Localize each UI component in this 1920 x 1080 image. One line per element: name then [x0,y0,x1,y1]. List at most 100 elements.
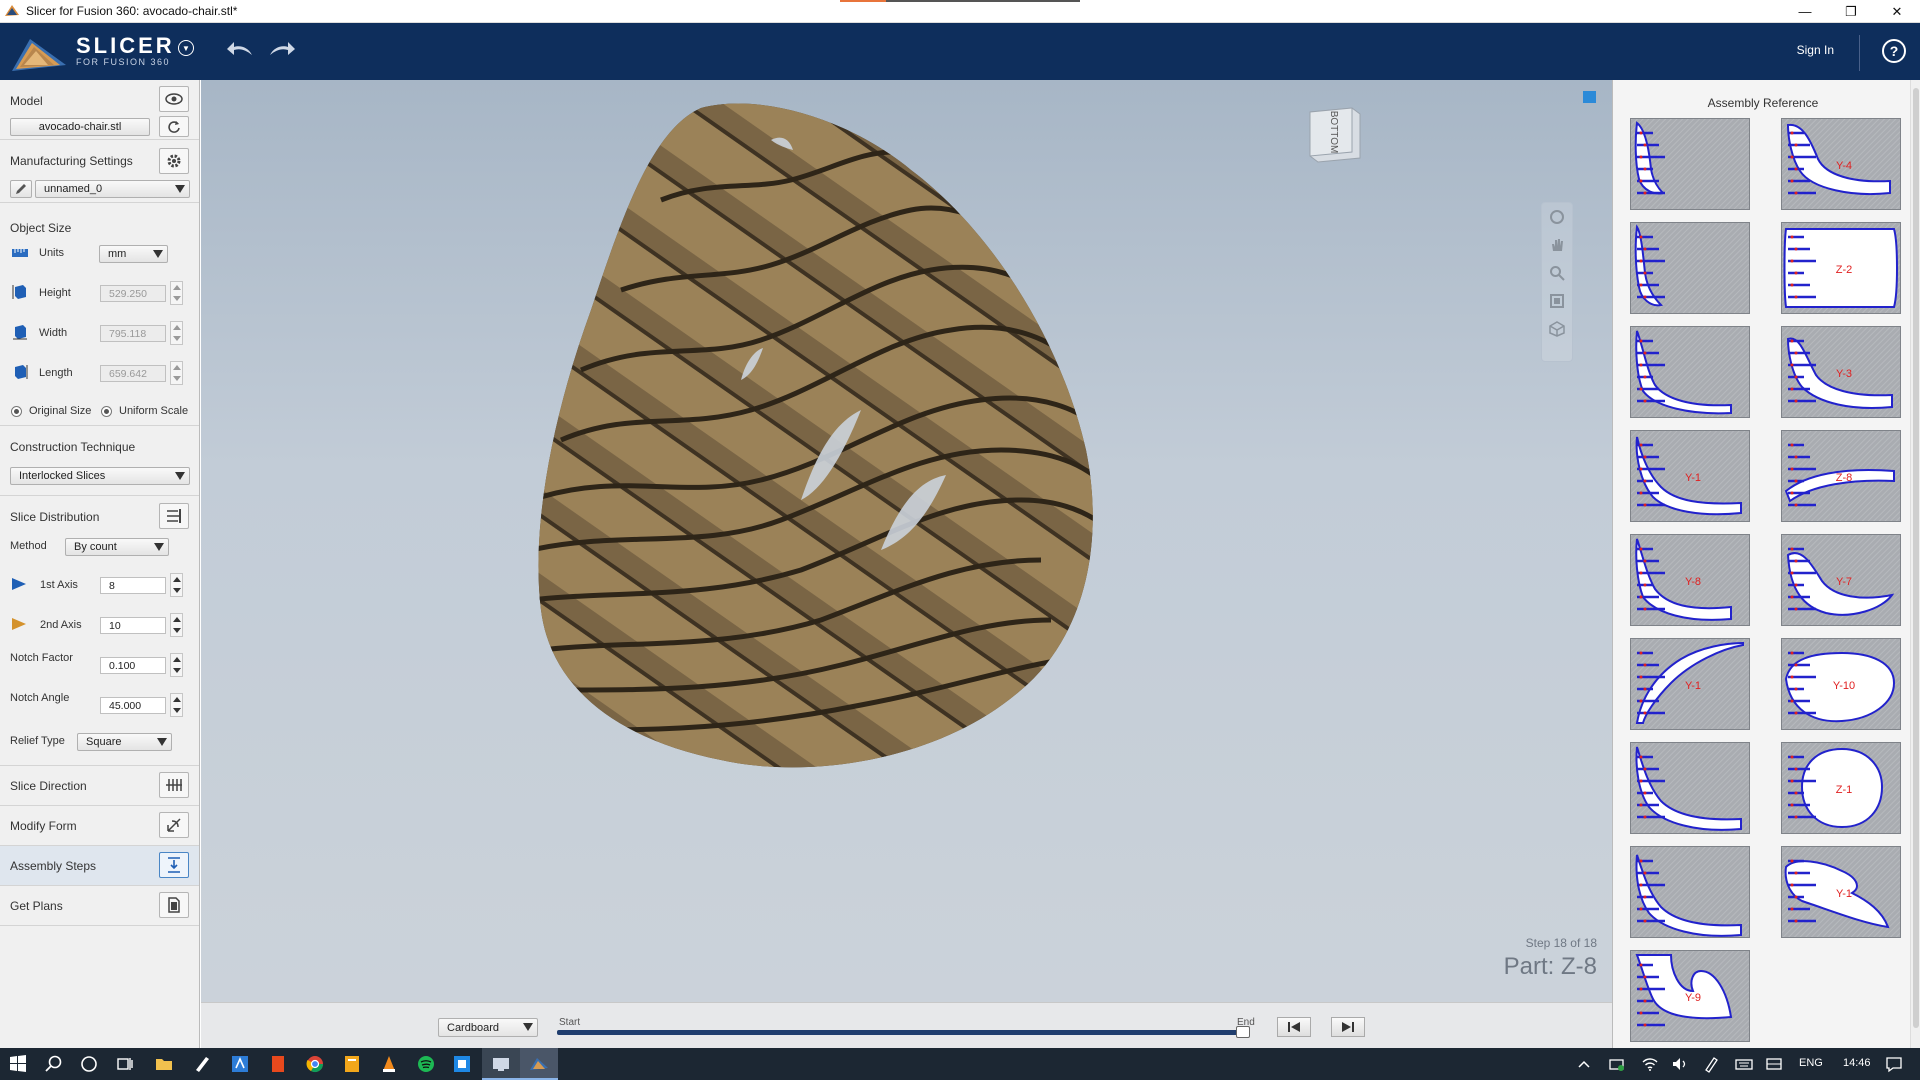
assembly-thumbnail[interactable]: Y-1 [1630,430,1750,522]
assembly-thumbnail[interactable] [1630,326,1750,418]
length-input[interactable]: 659.642 [100,365,166,382]
search-icon[interactable] [44,1054,64,1074]
file-explorer-icon[interactable] [154,1054,174,1074]
vlc-icon[interactable] [379,1054,399,1074]
right-panel-scrollbar[interactable] [1910,80,1920,1048]
assembly-thumbnail[interactable]: Y-10 [1781,638,1901,730]
next-step-button[interactable] [1331,1017,1365,1037]
height-stepper[interactable] [170,281,183,305]
notch-factor-input[interactable]: 0.100 [100,657,166,674]
fit-view-icon[interactable] [1542,287,1572,315]
get-plans-section[interactable]: Get Plans [0,886,199,926]
pen-app-icon[interactable] [192,1054,212,1074]
viewcube-icon[interactable]: BOTTOM [1306,104,1362,164]
model-file-button[interactable]: avocado-chair.stl [10,118,150,136]
slice-direction-section[interactable]: Slice Direction [0,766,199,806]
slice-distribution-button[interactable] [159,503,189,529]
units-dropdown[interactable]: mm [99,245,168,263]
language-indicator[interactable]: ENG [1799,1057,1823,1069]
assembly-thumbnail[interactable] [1630,846,1750,938]
pen-workspace-icon[interactable] [1702,1054,1722,1074]
chrome-icon[interactable] [305,1054,325,1074]
assembly-thumbnail[interactable]: Z-1 [1781,742,1901,834]
previous-step-button[interactable] [1277,1017,1311,1037]
slider-thumb[interactable] [1236,1026,1250,1038]
keyboard-icon[interactable] [1734,1054,1754,1074]
redo-icon[interactable] [268,39,296,59]
notch-factor-stepper[interactable] [170,653,183,677]
volume-icon[interactable] [1670,1054,1690,1074]
width-stepper[interactable] [170,321,183,345]
assembly-thumbnail[interactable]: Y-1 [1781,846,1901,938]
taskbar-active-app[interactable] [482,1048,520,1080]
3d-viewport[interactable]: BOTTOM Step 18 of 18 Part: Z-8 [201,80,1612,1048]
task-view-icon[interactable] [115,1054,135,1074]
orbit-icon[interactable] [1542,203,1572,231]
modify-form-section[interactable]: Modify Form [0,806,199,846]
blue-app-icon[interactable] [452,1054,472,1074]
relief-type-dropdown[interactable]: Square [77,733,172,751]
store-app-icon[interactable] [230,1054,250,1074]
construction-dropdown[interactable]: Interlocked Slices [10,467,190,485]
close-button[interactable]: ✕ [1874,0,1920,23]
assembly-steps-button[interactable] [159,852,189,878]
assembly-thumbnail[interactable]: Y-4 [1781,118,1901,210]
assembly-thumbnail[interactable] [1630,222,1750,314]
assembly-thumbnail[interactable]: Y-7 [1781,534,1901,626]
assembly-steps-section[interactable]: Assembly Steps [0,846,199,886]
manufacturing-settings-button[interactable] [159,148,189,174]
notes-app-icon[interactable] [342,1054,362,1074]
length-stepper[interactable] [170,361,183,385]
tray-app-icon[interactable] [1607,1054,1627,1074]
preset-dropdown[interactable]: unnamed_0 [35,180,190,198]
notifications-icon[interactable] [1884,1054,1904,1074]
windows-start-icon[interactable] [8,1054,28,1074]
chevron-up-icon[interactable] [1574,1054,1594,1074]
method-dropdown[interactable]: By count [65,538,169,556]
assembly-thumbnail[interactable]: Z-8 [1781,430,1901,522]
width-input[interactable]: 795.118 [100,325,166,342]
sign-in-link[interactable]: Sign In [1797,43,1834,57]
zoom-icon[interactable] [1542,259,1572,287]
get-plans-button[interactable] [159,892,189,918]
first-axis-input[interactable]: 8 [100,577,166,594]
wifi-icon[interactable] [1640,1054,1660,1074]
minimize-button[interactable]: — [1782,0,1828,23]
original-size-radio[interactable] [11,406,22,417]
display-icon[interactable] [1764,1054,1784,1074]
reload-model-button[interactable] [159,116,189,137]
clock[interactable]: 14:46 [1843,1057,1871,1069]
visibility-toggle-button[interactable] [159,86,189,112]
restore-button[interactable]: ❐ [1828,0,1874,23]
modify-form-button[interactable] [159,812,189,838]
notch-angle-stepper[interactable] [170,693,183,717]
help-icon[interactable]: ? [1882,39,1906,63]
app-menu-dropdown-icon[interactable]: ▼ [178,40,194,56]
pan-hand-icon[interactable] [1542,231,1572,259]
undo-icon[interactable] [226,39,254,59]
assembly-thumbnail[interactable]: Y-9 [1630,950,1750,1042]
cortana-icon[interactable] [79,1054,99,1074]
notch-angle-input[interactable]: 45.000 [100,697,166,714]
assembly-thumbnail[interactable]: Y-8 [1630,534,1750,626]
material-dropdown[interactable]: Cardboard [438,1018,538,1037]
slice-direction-button[interactable] [159,772,189,798]
assembly-thumbnail[interactable] [1630,742,1750,834]
edit-preset-button[interactable] [10,180,32,198]
second-axis-stepper[interactable] [170,613,183,637]
construction-title: Construction Technique [10,440,136,454]
assembly-step-slider[interactable] [557,1030,1247,1035]
view-cube-toggle-icon[interactable] [1542,315,1572,343]
assembly-thumbnail[interactable] [1630,118,1750,210]
height-input[interactable]: 529.250 [100,285,166,302]
expand-panel-icon[interactable] [1583,91,1596,103]
office-icon[interactable] [268,1054,288,1074]
second-axis-input[interactable]: 10 [100,617,166,634]
assembly-thumbnail[interactable]: Y-3 [1781,326,1901,418]
assembly-thumbnail[interactable]: Y-1 [1630,638,1750,730]
first-axis-stepper[interactable] [170,573,183,597]
assembly-thumbnail[interactable]: Z-2 [1781,222,1901,314]
uniform-scale-radio[interactable] [101,406,112,417]
spotify-icon[interactable] [416,1054,436,1074]
taskbar-slicer-app[interactable] [520,1048,558,1080]
